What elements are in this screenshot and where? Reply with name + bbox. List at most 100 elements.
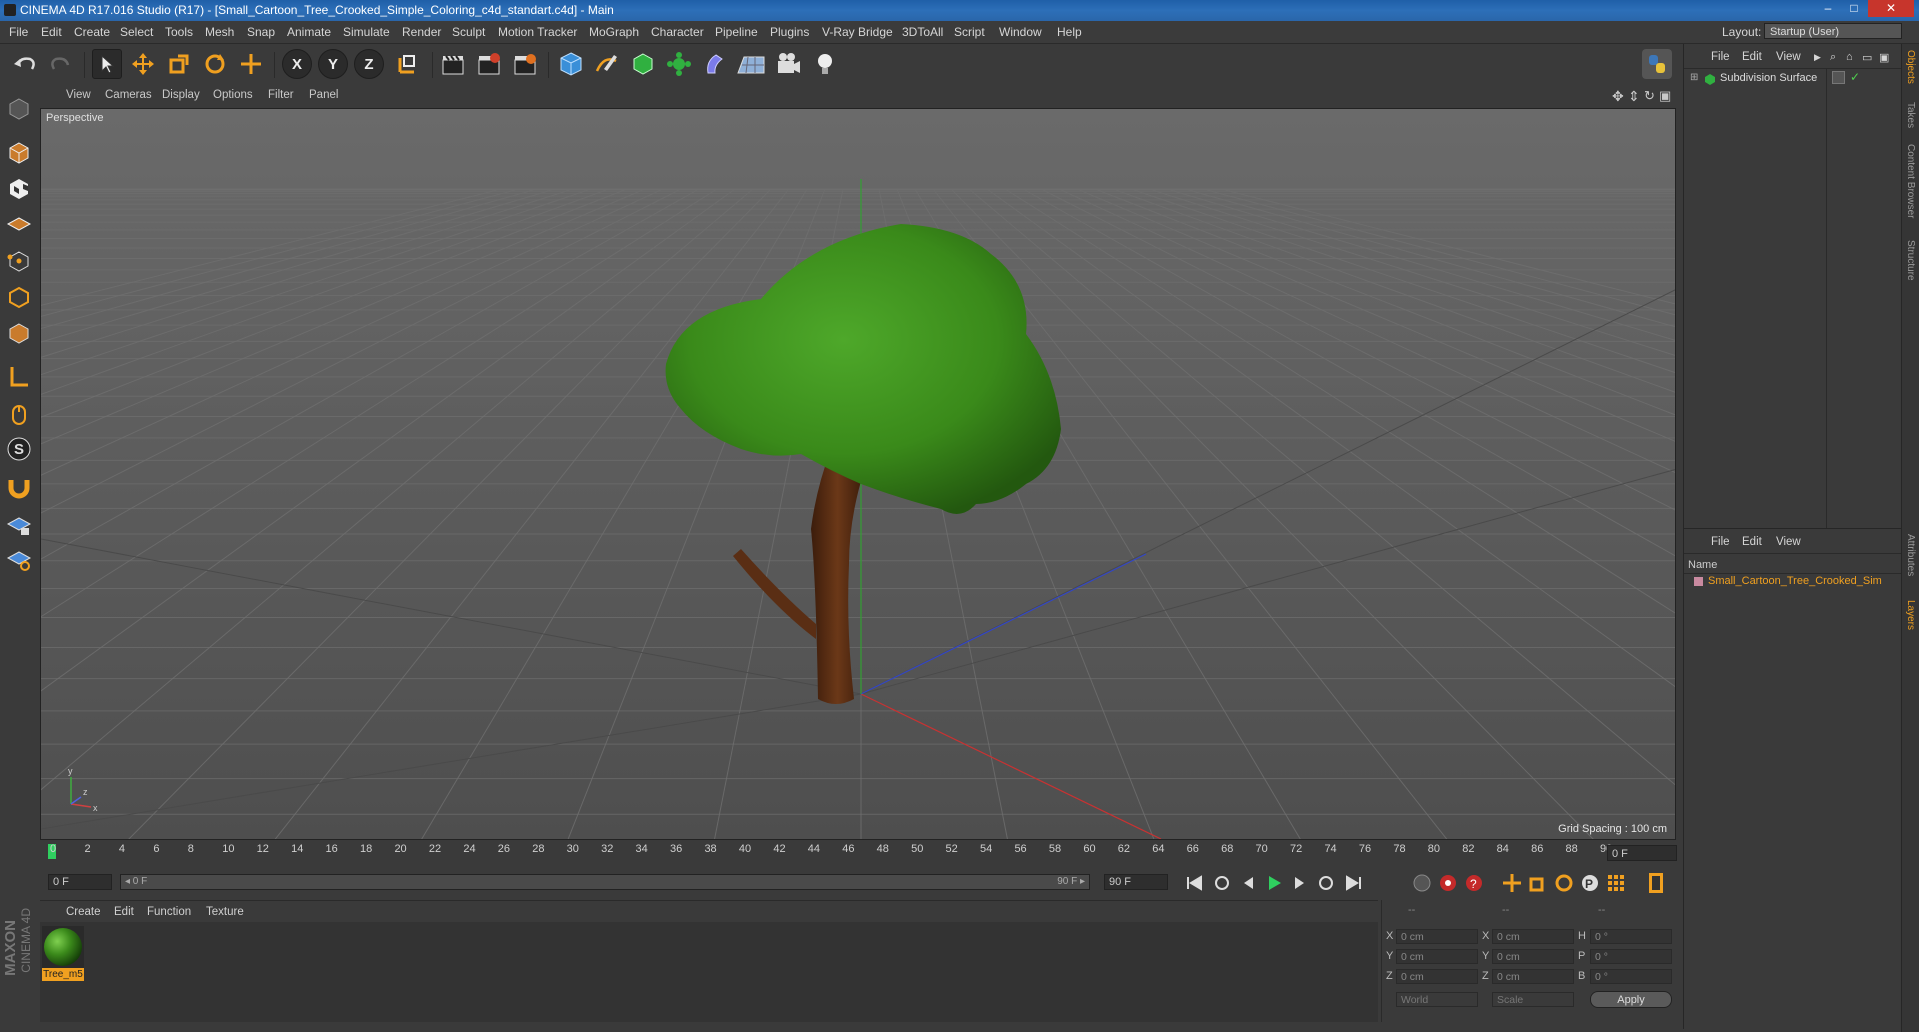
coordinate-mode-dropdown[interactable]: World (1396, 992, 1478, 1007)
end-frame-field[interactable]: 90 F (1104, 874, 1168, 890)
visibility-toggle[interactable] (1832, 71, 1845, 84)
layer-menu-view[interactable]: View (1776, 536, 1801, 548)
object-menu-more-icon[interactable]: ▶ (1814, 52, 1821, 63)
render-settings-button[interactable] (510, 49, 540, 79)
size-z-field[interactable]: 0 cm (1492, 969, 1574, 984)
go-to-end-button[interactable] (1342, 871, 1366, 895)
menu-simulate[interactable]: Simulate (343, 25, 390, 39)
size-y-field[interactable]: 0 cm (1492, 949, 1574, 964)
search-icon[interactable]: ⌕ (1830, 51, 1836, 64)
menu-select[interactable]: Select (120, 25, 153, 39)
close-button[interactable]: ✕ (1868, 0, 1914, 17)
snapping-button[interactable]: S (4, 434, 34, 464)
axis-mode-button[interactable] (4, 362, 34, 392)
material-menu-texture[interactable]: Texture (206, 906, 244, 918)
rotate-tool-button[interactable] (200, 49, 230, 79)
polygons-mode-button[interactable] (4, 318, 34, 348)
menu-plugins[interactable]: Plugins (770, 25, 809, 39)
tab-objects[interactable]: Objects (1905, 50, 1916, 84)
key-position-button[interactable] (1500, 871, 1524, 895)
material-menu-create[interactable]: Create (66, 906, 101, 918)
menu-sculpt[interactable]: Sculpt (452, 25, 485, 39)
viewport-menu-display[interactable]: Display (162, 89, 200, 101)
render-to-picture-viewer-button[interactable] (474, 49, 504, 79)
menu-window[interactable]: Window (999, 25, 1042, 39)
viewport-menu-cameras[interactable]: Cameras (105, 89, 152, 101)
key-pla-button[interactable] (1604, 871, 1628, 895)
timeline-window-button[interactable] (1644, 871, 1668, 895)
expand-icon[interactable]: ⊞ (1690, 72, 1698, 83)
make-editable-button[interactable] (4, 94, 34, 124)
key-scale-button[interactable] (1526, 871, 1550, 895)
points-mode-button[interactable] (4, 246, 34, 276)
z-axis-lock-button[interactable]: Z (354, 49, 384, 79)
menu-tools[interactable]: Tools (165, 25, 193, 39)
viewport-rotate-icon[interactable]: ↻ (1644, 88, 1655, 104)
layer-menu-file[interactable]: File (1711, 536, 1730, 548)
menu-help[interactable]: Help (1057, 25, 1082, 39)
add-floor-button[interactable] (736, 49, 766, 79)
object-menu-view[interactable]: View (1776, 51, 1801, 63)
object-row[interactable]: ⊞ Subdivision Surface ✓ (1684, 70, 1902, 88)
layer-menu-edit[interactable]: Edit (1742, 536, 1762, 548)
select-tool-button[interactable] (92, 49, 122, 79)
y-axis-lock-button[interactable]: Y (318, 49, 348, 79)
add-generator-button[interactable] (628, 49, 658, 79)
menu-mesh[interactable]: Mesh (205, 25, 234, 39)
tab-attributes[interactable]: Attributes (1905, 534, 1916, 576)
tab-structure[interactable]: Structure (1905, 240, 1916, 281)
edges-mode-button[interactable] (4, 282, 34, 312)
viewport-zoom-icon[interactable]: ⇕ (1628, 88, 1640, 105)
menu-vray-bridge[interactable]: V-Ray Bridge (822, 25, 893, 39)
current-frame-field[interactable]: 0 F (1607, 845, 1677, 861)
planar-workplane-button[interactable] (4, 544, 34, 574)
menu-character[interactable]: Character (651, 25, 704, 39)
viewport-move-icon[interactable]: ✥ (1612, 88, 1624, 105)
menu-create[interactable]: Create (74, 25, 110, 39)
x-axis-lock-button[interactable]: X (282, 49, 312, 79)
material-menu-function[interactable]: Function (147, 906, 191, 918)
size-mode-dropdown[interactable]: Scale (1492, 992, 1574, 1007)
redo-button[interactable] (46, 49, 76, 79)
key-rotation-button[interactable] (1552, 871, 1576, 895)
previous-frame-button[interactable] (1236, 871, 1260, 895)
coordinate-system-button[interactable] (392, 49, 422, 79)
object-menu-file[interactable]: File (1711, 51, 1730, 63)
pos-z-field[interactable]: 0 cm (1396, 969, 1478, 984)
autokey-button[interactable]: ? (1462, 871, 1486, 895)
layer-row[interactable]: Small_Cartoon_Tree_Crooked_Sim (1684, 573, 1902, 590)
add-cube-button[interactable] (556, 49, 586, 79)
undo-button[interactable] (10, 49, 40, 79)
add-deformer-button[interactable] (700, 49, 730, 79)
viewport-menu-options[interactable]: Options (213, 89, 253, 101)
viewport-menu-filter[interactable]: Filter (268, 89, 294, 101)
add-light-button[interactable] (810, 49, 840, 79)
tab-layers[interactable]: Layers (1905, 600, 1916, 630)
collapse-icon[interactable]: ▭ (1862, 51, 1872, 64)
viewport-menu-panel[interactable]: Panel (309, 89, 338, 101)
frame-range-slider[interactable]: ◂ 0 F 90 F ▸ (120, 874, 1090, 890)
tweak-mode-button[interactable] (4, 398, 34, 428)
menu-animate[interactable]: Animate (287, 25, 331, 39)
render-view-button[interactable] (438, 49, 468, 79)
minimize-button[interactable]: – (1816, 0, 1840, 17)
add-spline-button[interactable] (592, 49, 622, 79)
next-key-button[interactable] (1314, 871, 1338, 895)
material-menu-edit[interactable]: Edit (114, 906, 134, 918)
move-tool-button[interactable] (128, 49, 158, 79)
rot-h-field[interactable]: 0 ° (1590, 929, 1672, 944)
object-name[interactable]: Subdivision Surface (1720, 72, 1817, 84)
tab-takes[interactable]: Takes (1905, 102, 1916, 128)
size-x-field[interactable]: 0 cm (1492, 929, 1574, 944)
go-to-start-button[interactable] (1182, 871, 1206, 895)
rot-b-field[interactable]: 0 ° (1590, 969, 1672, 984)
model-mode-button[interactable] (4, 138, 34, 168)
new-window-icon[interactable]: ▣ (1879, 51, 1889, 64)
viewport-maximize-icon[interactable]: ▣ (1659, 88, 1671, 104)
home-icon[interactable]: ⌂ (1846, 51, 1853, 63)
perspective-viewport[interactable]: y x z Perspective Grid Spacing : 100 cm (40, 108, 1676, 840)
timeline-ruler[interactable]: 0 2 4 6 8 10 12 14 16 18 20 22 24 26 28 30 32 34 36 38 40 42 4… (40, 840, 1676, 866)
material-swatch[interactable]: Tree_m5 (42, 926, 84, 982)
menu-render[interactable]: Render (402, 25, 441, 39)
menu-pipeline[interactable]: Pipeline (715, 25, 758, 39)
